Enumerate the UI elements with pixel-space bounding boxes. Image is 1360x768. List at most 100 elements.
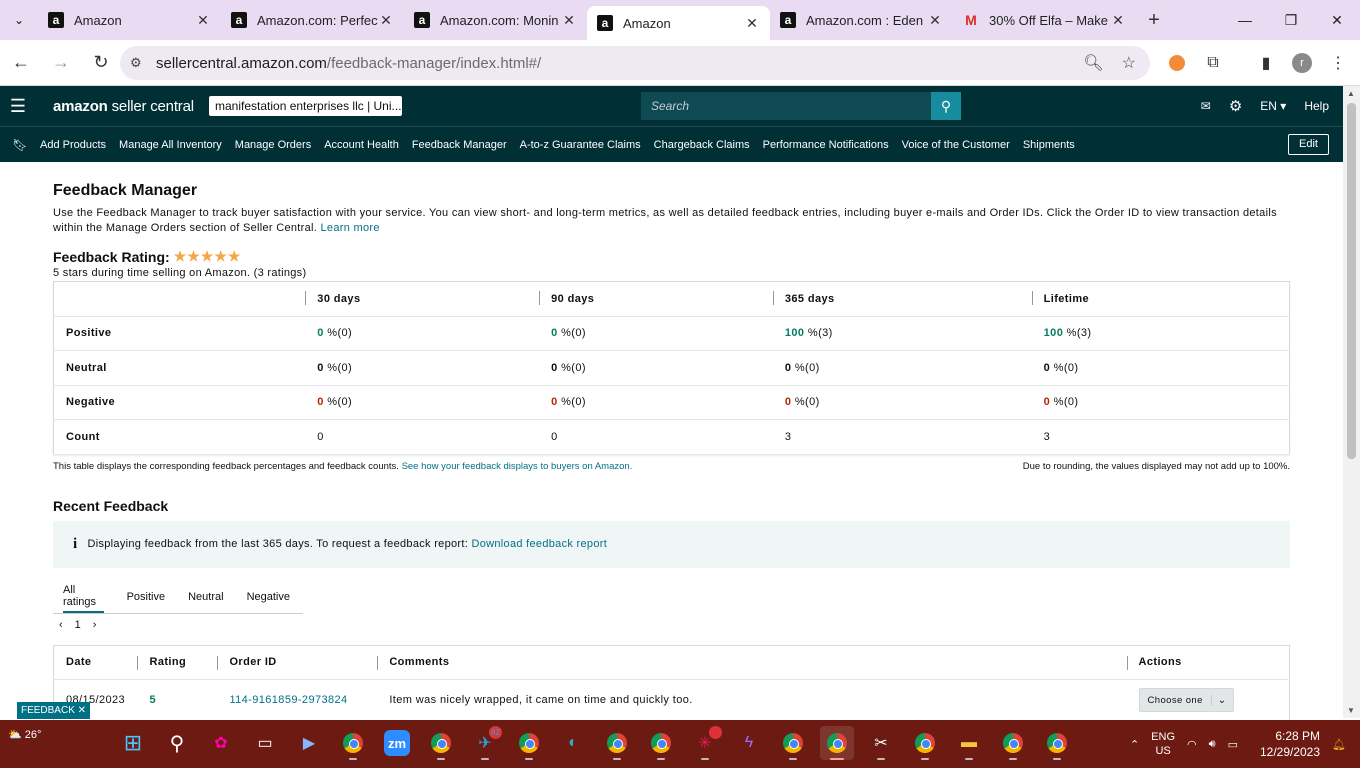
- chrome-icon[interactable]: [776, 726, 810, 760]
- extension-firefox-icon[interactable]: [1162, 48, 1192, 78]
- nav-item[interactable]: Voice of the Customer: [902, 139, 1010, 151]
- hamburger-menu-icon[interactable]: ☰: [0, 96, 36, 117]
- close-tab-icon[interactable]: ✕: [927, 12, 943, 29]
- close-tab-icon[interactable]: ✕: [561, 12, 577, 29]
- file-explorer-icon[interactable]: ▬: [952, 726, 986, 760]
- close-tab-icon[interactable]: ✕: [195, 12, 211, 29]
- reload-button[interactable]: ↻: [82, 44, 120, 82]
- close-tab-icon[interactable]: ✕: [378, 12, 394, 29]
- seller-central-logo[interactable]: amazon seller central: [53, 98, 194, 115]
- windows-start-icon[interactable]: ⊞: [116, 726, 150, 760]
- wifi-icon[interactable]: ◠: [1187, 738, 1197, 751]
- nav-item[interactable]: Account Health: [324, 139, 399, 151]
- mail-icon[interactable]: ✉: [1201, 99, 1211, 113]
- messenger-icon[interactable]: ϟ: [732, 726, 766, 760]
- buyer-display-link[interactable]: See how your feedback displays to buyers…: [402, 461, 633, 472]
- scroll-up-icon[interactable]: ▲: [1347, 89, 1355, 98]
- filter-tab[interactable]: Neutral: [188, 581, 223, 613]
- table-row: Positive 0 %(0) 0 %(0) 100 %(3) 100 %(3): [53, 316, 1290, 351]
- browser-tab[interactable]: M 30% Off Elfa – Make ✕: [953, 0, 1136, 40]
- chrome-icon[interactable]: [644, 726, 678, 760]
- gear-icon[interactable]: ⚙: [1229, 97, 1242, 115]
- filter-tab[interactable]: Negative: [247, 581, 290, 613]
- browser-menu-icon[interactable]: ⋮: [1323, 48, 1353, 78]
- chrome-icon[interactable]: [600, 726, 634, 760]
- actions-dropdown[interactable]: Choose one ⌄: [1138, 688, 1234, 712]
- back-button[interactable]: ←: [2, 44, 40, 82]
- filter-tab[interactable]: All ratings: [63, 581, 104, 613]
- next-page-icon[interactable]: ›: [93, 619, 97, 631]
- language-indicator[interactable]: ENG US: [1151, 730, 1175, 758]
- prev-page-icon[interactable]: ‹: [59, 619, 63, 631]
- browser-tab[interactable]: a Amazon ✕: [38, 0, 221, 40]
- edit-nav-button[interactable]: Edit: [1288, 134, 1329, 155]
- tab-search-button[interactable]: ⌄: [0, 0, 38, 40]
- battery-icon[interactable]: ▭: [1228, 738, 1238, 751]
- chrome-icon[interactable]: [512, 726, 546, 760]
- chrome-icon[interactable]: [996, 726, 1030, 760]
- chrome-icon[interactable]: [424, 726, 458, 760]
- telegram-icon[interactable]: ✈ 82: [468, 726, 502, 760]
- copilot-icon[interactable]: ✿: [204, 726, 238, 760]
- side-panel-icon[interactable]: ▮: [1251, 48, 1281, 78]
- weather-widget[interactable]: ⛅ 26°: [8, 728, 41, 742]
- chrome-icon[interactable]: [908, 726, 942, 760]
- search-icon[interactable]: ⚲: [931, 92, 961, 120]
- scrollbar-thumb[interactable]: [1347, 103, 1356, 459]
- edge-icon[interactable]: ◐: [556, 726, 590, 760]
- profile-avatar[interactable]: r: [1287, 48, 1317, 78]
- site-info-icon[interactable]: ⚙: [130, 55, 152, 71]
- order-id-link[interactable]: 114-9161859-2973824: [217, 679, 377, 721]
- learn-more-link[interactable]: Learn more: [321, 222, 380, 234]
- minimize-button[interactable]: —: [1222, 0, 1268, 40]
- nav-item[interactable]: Performance Notifications: [763, 139, 889, 151]
- forward-button[interactable]: →: [42, 44, 80, 82]
- help-link[interactable]: Help: [1304, 99, 1329, 113]
- search-icon[interactable]: ⚲: [160, 726, 194, 760]
- browser-tab[interactable]: a Amazon.com: Monin ✕: [404, 0, 587, 40]
- task-view-icon[interactable]: ▭: [248, 726, 282, 760]
- url-input[interactable]: ⚙ sellercentral.amazon.com/feedback-mana…: [120, 46, 1150, 80]
- browser-tab[interactable]: a Amazon.com: Perfect ✕: [221, 0, 404, 40]
- close-tab-icon[interactable]: ✕: [1110, 12, 1126, 29]
- column-header: Comments: [377, 645, 1127, 680]
- notification-bell-icon[interactable]: 🔔︎: [1332, 738, 1346, 751]
- bookmark-star-icon[interactable]: ☆: [1122, 53, 1136, 73]
- nav-item[interactable]: Manage All Inventory: [119, 139, 222, 151]
- new-tab-button[interactable]: +: [1136, 9, 1172, 32]
- account-selector[interactable]: manifestation enterprises llc | Uni...: [209, 96, 402, 116]
- table-cell: 0 %(0): [539, 316, 773, 351]
- zoom-icon[interactable]: 🔍︎: [1083, 53, 1103, 73]
- browser-tab[interactable]: a Amazon.com : Eden F ✕: [770, 0, 953, 40]
- browser-tab[interactable]: a Amazon ✕: [587, 6, 770, 40]
- extensions-puzzle-icon[interactable]: ⧉: [1198, 48, 1228, 78]
- nav-item[interactable]: Chargeback Claims: [654, 139, 750, 151]
- clock[interactable]: 6:28 PM 12/29/2023: [1260, 728, 1320, 760]
- snipping-tool-icon[interactable]: ✂: [864, 726, 898, 760]
- zoom-icon[interactable]: zm: [384, 730, 410, 756]
- page-number[interactable]: 1: [75, 619, 81, 631]
- close-window-button[interactable]: ✕: [1314, 0, 1360, 40]
- nav-item[interactable]: Feedback Manager: [412, 139, 507, 151]
- chevron-up-icon[interactable]: ⌃: [1130, 738, 1139, 751]
- nav-item[interactable]: Shipments: [1023, 139, 1075, 151]
- chrome-icon[interactable]: [1040, 726, 1074, 760]
- volume-icon[interactable]: 🔊︎: [1209, 738, 1216, 751]
- zoom-meetings-icon[interactable]: ▶: [292, 726, 326, 760]
- chrome-icon[interactable]: [820, 726, 854, 760]
- filter-tab[interactable]: Positive: [127, 581, 166, 613]
- close-tab-icon[interactable]: ✕: [744, 15, 760, 32]
- nav-item[interactable]: A-to-z Guarantee Claims: [520, 139, 641, 151]
- chrome-icon[interactable]: [336, 726, 370, 760]
- page-scrollbar[interactable]: ▲ ▼: [1343, 86, 1360, 718]
- nav-item[interactable]: Add Products: [40, 139, 106, 151]
- feedback-widget-button[interactable]: FEEDBACK ✕: [17, 702, 90, 719]
- scroll-down-icon[interactable]: ▼: [1347, 706, 1355, 715]
- column-header: Rating: [137, 645, 218, 680]
- language-selector[interactable]: EN ▾: [1260, 99, 1286, 113]
- download-report-link[interactable]: Download feedback report: [471, 538, 607, 550]
- restore-button[interactable]: ❐: [1268, 0, 1314, 40]
- slack-icon[interactable]: ✳ 2: [688, 726, 722, 760]
- search-input[interactable]: Search: [641, 92, 931, 120]
- nav-item[interactable]: Manage Orders: [235, 139, 311, 151]
